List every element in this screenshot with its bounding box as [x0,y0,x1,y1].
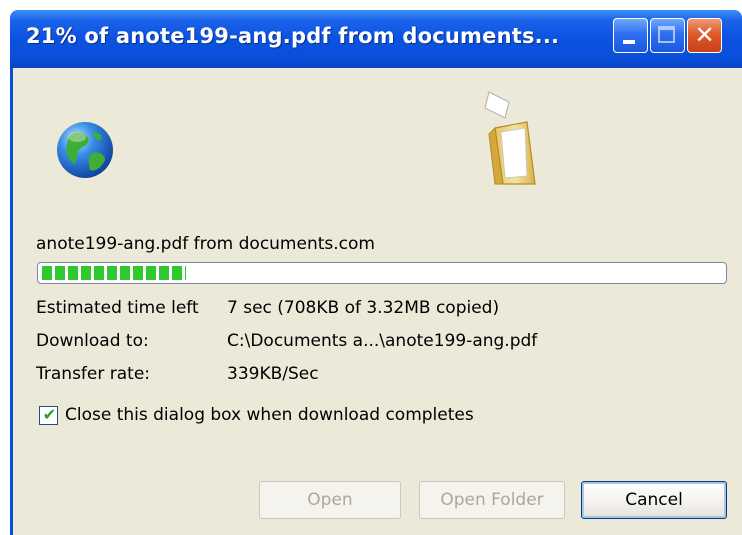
window-title: 21% of anote199-ang.pdf from documents..… [26,24,560,48]
file-source-label: anote199-ang.pdf from documents.com [36,234,375,254]
transfer-rate-label: Transfer rate: [36,364,151,384]
title-bar[interactable]: 21% of anote199-ang.pdf from documents..… [10,10,742,68]
download-dialog: 21% of anote199-ang.pdf from documents..… [10,10,742,535]
close-when-done-label[interactable]: Close this dialog box when download comp… [65,405,474,425]
download-to-value: C:\Documents a...\anote199-ang.pdf [227,331,538,351]
open-folder-button[interactable]: Open Folder [419,481,565,519]
dialog-body: anote199-ang.pdf from documents.com Esti… [13,68,742,535]
folder-icon [484,91,536,185]
checkmark-icon: ✔ [42,405,57,424]
open-button[interactable]: Open [259,481,401,519]
close-when-done-checkbox[interactable]: ✔ [39,405,58,425]
download-to-label: Download to: [36,331,149,351]
transfer-rate-value: 339KB/Sec [227,364,319,384]
progress-fill [42,266,187,280]
cancel-button[interactable]: Cancel [581,481,727,519]
estimated-time-label: Estimated time left [36,298,199,318]
estimated-time-value: 7 sec (708KB of 3.32MB copied) [227,298,500,318]
close-button[interactable]: ✕ [687,18,722,53]
maximize-icon [658,26,675,43]
globe-icon [57,122,113,178]
close-icon: ✕ [694,21,715,49]
minimize-icon [623,40,635,44]
minimize-button[interactable] [613,18,648,53]
maximize-button [650,18,685,53]
download-progress-bar [37,262,727,284]
